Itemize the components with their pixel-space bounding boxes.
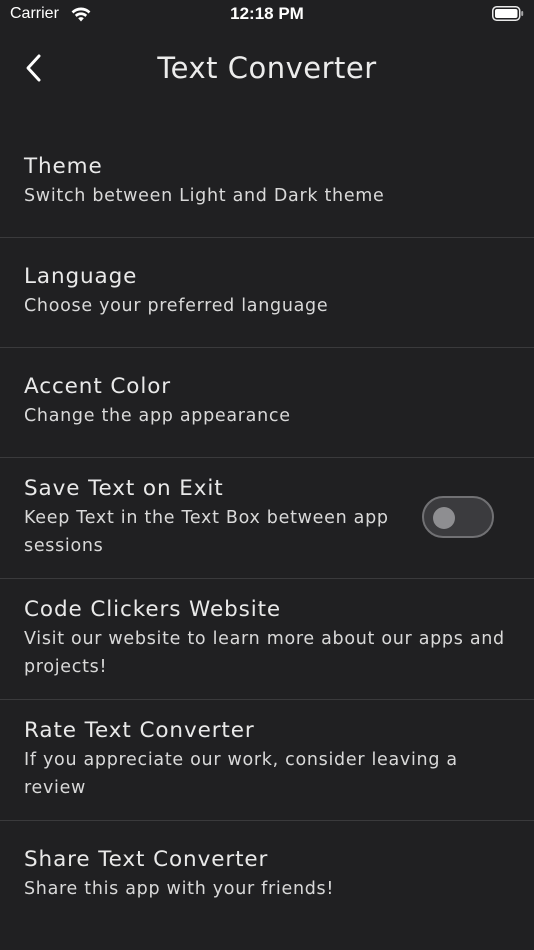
settings-list: Theme Switch between Light and Dark them… — [0, 128, 534, 931]
battery-icon — [492, 6, 524, 21]
toggle-knob — [433, 507, 455, 529]
setting-subtitle: If you appreciate our work, consider lea… — [24, 750, 458, 798]
setting-title: Code Clickers Website — [24, 597, 282, 622]
setting-subtitle: Visit our website to learn more about ou… — [24, 629, 505, 677]
setting-subtitle: Change the app appearance — [24, 406, 291, 426]
setting-subtitle: Share this app with your friends! — [24, 879, 335, 899]
setting-share-app[interactable]: Share Text Converter Share this app with… — [0, 821, 534, 931]
status-time: 12:18 PM — [230, 4, 304, 23]
setting-subtitle: Choose your preferred language — [24, 296, 329, 316]
setting-rate-app[interactable]: Rate Text Converter If you appreciate ou… — [0, 700, 534, 821]
status-bar: Carrier 12:18 PM — [0, 0, 534, 30]
setting-accent-color[interactable]: Accent Color Change the app appearance — [0, 348, 534, 458]
setting-title: Language — [24, 264, 138, 289]
setting-title: Share Text Converter — [24, 847, 269, 872]
setting-website[interactable]: Code Clickers Website Visit our website … — [0, 579, 534, 700]
setting-title: Theme — [24, 154, 103, 179]
setting-subtitle: Switch between Light and Dark theme — [24, 186, 385, 206]
setting-title: Save Text on Exit — [24, 476, 224, 501]
setting-theme[interactable]: Theme Switch between Light and Dark them… — [0, 128, 534, 238]
navigation-bar: Text Converter — [0, 36, 534, 102]
setting-save-text-on-exit: Save Text on Exit Keep Text in the Text … — [0, 458, 534, 579]
setting-title: Rate Text Converter — [24, 718, 255, 743]
save-text-toggle[interactable] — [422, 496, 494, 538]
setting-subtitle: Keep Text in the Text Box between app se… — [24, 508, 389, 556]
setting-language[interactable]: Language Choose your preferred language — [0, 238, 534, 348]
setting-title: Accent Color — [24, 374, 172, 399]
page-title: Text Converter — [157, 51, 377, 85]
